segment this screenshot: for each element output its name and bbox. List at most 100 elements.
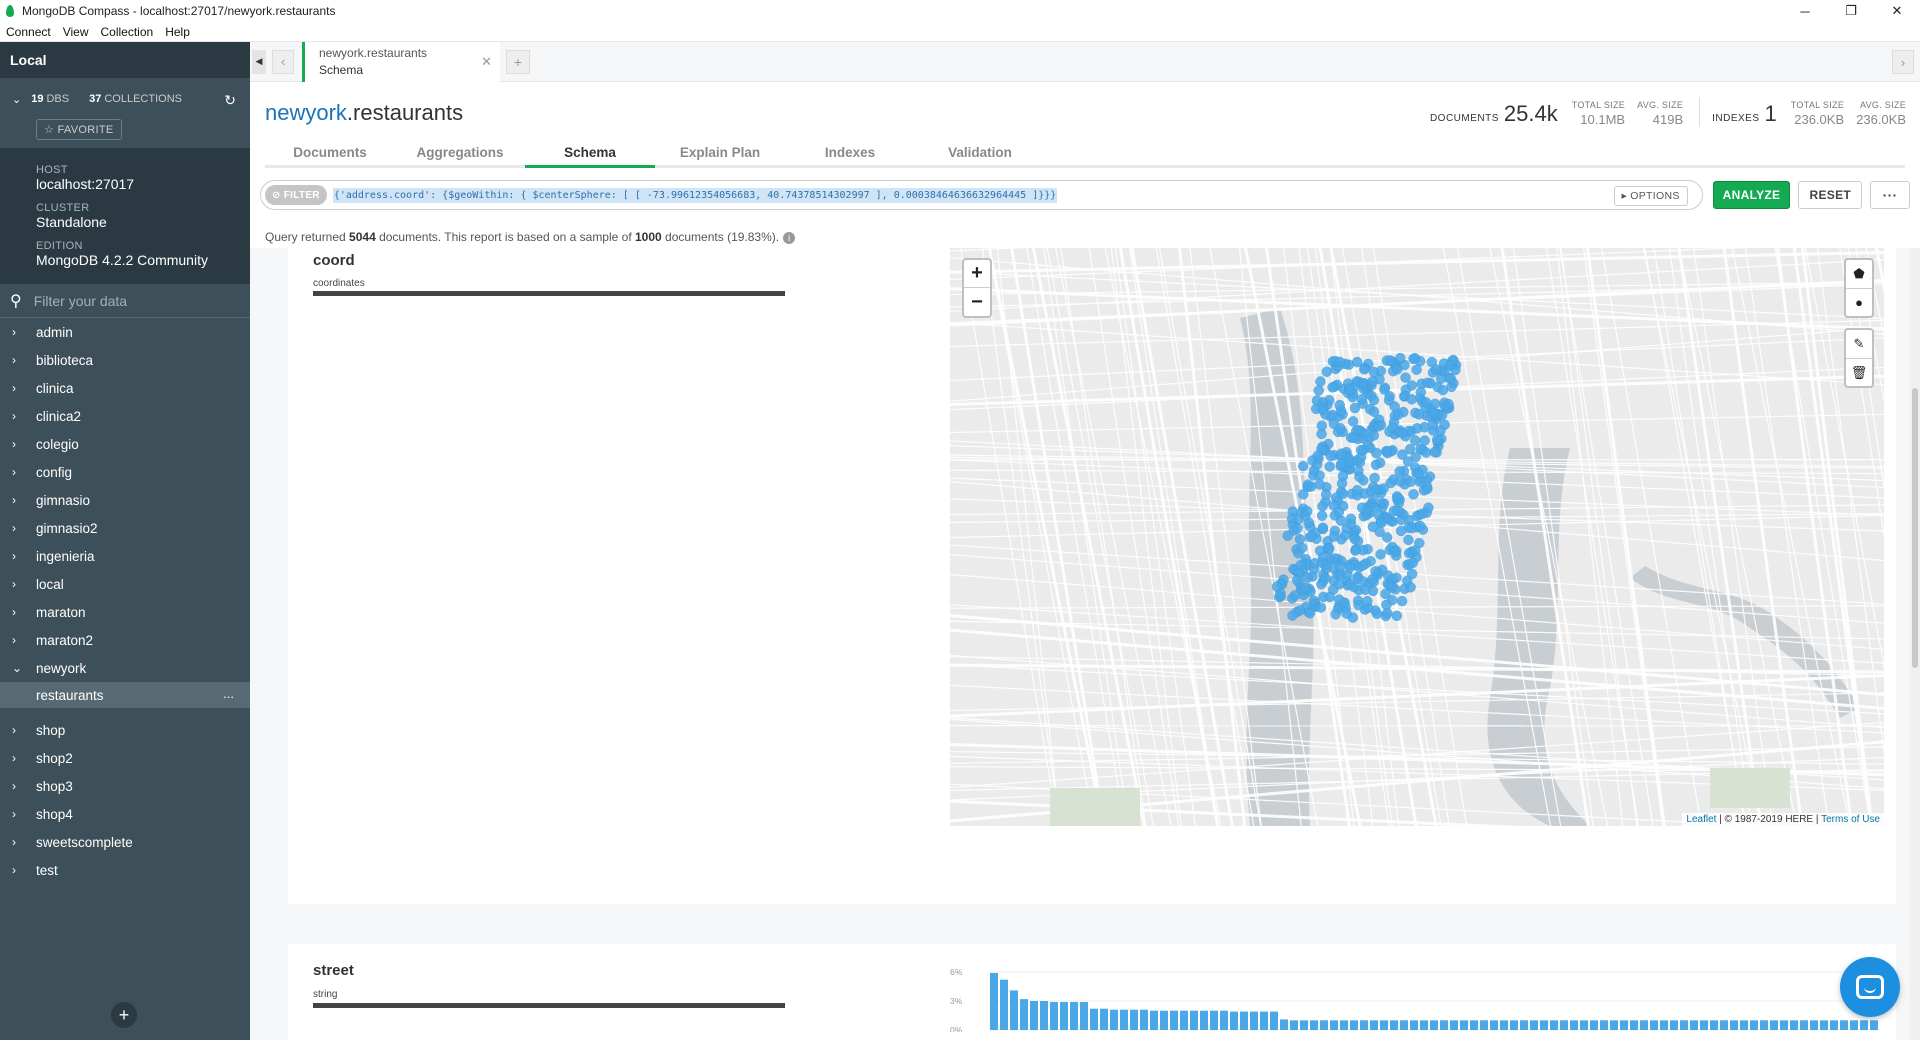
histogram-bar[interactable] [1020,999,1028,1030]
histogram-bar[interactable] [1760,1020,1768,1030]
histogram-bar[interactable] [1600,1020,1608,1030]
terms-link[interactable]: Terms of Use [1821,814,1880,825]
histogram-bar[interactable] [1480,1020,1488,1030]
minimize-button[interactable]: ─ [1782,0,1828,22]
menu-connect[interactable]: Connect [0,25,57,39]
histogram-bar[interactable] [1770,1020,1778,1030]
tab-indexes[interactable]: Indexes [785,138,915,165]
histogram-bar[interactable] [1460,1020,1468,1030]
histogram-bar[interactable] [1620,1020,1628,1030]
sidebar-item-shop3[interactable]: › shop3 [0,772,250,800]
favorite-button[interactable]: ☆ FAVORITE [36,119,122,140]
histogram-bar[interactable] [1290,1020,1298,1030]
tab-aggregations[interactable]: Aggregations [395,138,525,165]
histogram-bar[interactable] [1690,1020,1698,1030]
analyze-button[interactable]: ANALYZE [1712,181,1791,209]
histogram-bar[interactable] [1110,1009,1118,1030]
histogram-bar[interactable] [1560,1020,1568,1030]
histogram-bar[interactable] [1090,1008,1098,1030]
filter-input[interactable] [33,292,224,309]
sidebar-item-shop2[interactable]: › shop2 [0,744,250,772]
histogram-bar[interactable] [1850,1020,1858,1030]
tab-explain-plan[interactable]: Explain Plan [655,138,785,165]
connection-name[interactable]: Local [0,42,250,78]
new-tab-button[interactable]: + [506,49,530,74]
histogram-bar[interactable] [1210,1010,1218,1030]
sidebar-item-shop[interactable]: › shop [0,716,250,744]
more-options-button[interactable]: ··· [1870,181,1910,209]
sidebar-item-clinica2[interactable]: › clinica2 [0,402,250,430]
sidebar-item-local[interactable]: › local [0,570,250,598]
maximize-button[interactable]: ❐ [1828,0,1874,22]
sidebar-item-test[interactable]: › test [0,856,250,884]
histogram-bar[interactable] [1230,1011,1238,1030]
histogram-bar[interactable] [1240,1011,1248,1030]
histogram-bar[interactable] [1010,990,1018,1030]
geo-map[interactable]: + − ⬟ ● ✎ 🗑 Leaflet | © 1987-2019 HERE |… [950,248,1884,826]
options-button[interactable]: ▸ OPTIONS [1613,186,1688,206]
histogram-bar[interactable] [1680,1020,1688,1030]
histogram-bar[interactable] [1320,1020,1328,1030]
histogram-bar[interactable] [1170,1010,1178,1030]
histogram-bar[interactable] [1500,1020,1508,1030]
histogram-bar[interactable] [1260,1011,1268,1030]
histogram-bar[interactable] [1800,1020,1808,1030]
map-canvas[interactable] [950,248,1884,826]
histogram-bar[interactable] [1430,1020,1438,1030]
histogram-bar[interactable] [1870,1020,1878,1030]
menu-view[interactable]: View [57,25,95,39]
histogram-bar[interactable] [1580,1020,1588,1030]
chevron-down-icon[interactable]: ⌄ [12,93,21,106]
histogram-bar[interactable] [1730,1020,1738,1030]
histogram-bar[interactable] [1390,1020,1398,1030]
histogram-bar[interactable] [1120,1009,1128,1030]
histogram-bar[interactable] [1130,1009,1138,1030]
histogram-bar[interactable] [1470,1020,1478,1030]
sidebar-item-gimnasio2[interactable]: › gimnasio2 [0,514,250,542]
histogram-bar[interactable] [1270,1011,1278,1030]
histogram-bar[interactable] [1180,1010,1188,1030]
chevron-left-icon[interactable]: ‹ [272,49,294,74]
collapse-sidebar-icon[interactable]: ◀ [252,49,266,74]
histogram-bar[interactable] [1450,1020,1458,1030]
histogram-bar[interactable] [1700,1020,1708,1030]
add-database-button[interactable]: + [111,1002,137,1028]
sidebar-item-biblioteca[interactable]: › biblioteca [0,346,250,374]
histogram-bar[interactable] [1380,1020,1388,1030]
type-bar[interactable] [313,291,785,296]
histogram-bar[interactable] [1410,1020,1418,1030]
histogram-bar[interactable] [1740,1020,1748,1030]
histogram-bar[interactable] [1520,1020,1528,1030]
sidebar-item-config[interactable]: › config [0,458,250,486]
histogram-bar[interactable] [1360,1020,1368,1030]
histogram-bar[interactable] [1710,1020,1718,1030]
tab-schema[interactable]: Schema [525,138,655,168]
sidebar-item-shop4[interactable]: › shop4 [0,800,250,828]
histogram-bar[interactable] [1370,1020,1378,1030]
refresh-icon[interactable]: ↻ [224,92,236,109]
histogram-bar[interactable] [1100,1008,1108,1030]
sidebar-item-maraton2[interactable]: › maraton2 [0,626,250,654]
histogram-bar[interactable] [1420,1020,1428,1030]
histogram-bar[interactable] [1540,1020,1548,1030]
histogram-bar[interactable] [1050,1002,1058,1030]
histogram-bar[interactable] [1490,1020,1498,1030]
histogram-bar[interactable] [1860,1020,1868,1030]
histogram-bar[interactable] [1570,1020,1578,1030]
polygon-icon[interactable]: ⬟ [1846,260,1872,288]
edit-icon[interactable]: ✎ [1846,330,1872,358]
close-button[interactable]: ✕ [1874,0,1920,22]
sidebar-item-sweetscomplete[interactable]: › sweetscomplete [0,828,250,856]
histogram-bar[interactable] [1220,1010,1228,1030]
histogram-bar[interactable] [990,973,998,1030]
histogram-bar[interactable] [1810,1020,1818,1030]
histogram-bar[interactable] [1330,1020,1338,1030]
filter-query-text[interactable]: {'address.coord': {$geoWithin: { $center… [332,187,1058,203]
sidebar-item-gimnasio[interactable]: › gimnasio [0,486,250,514]
histogram-bar[interactable] [1550,1020,1558,1030]
histogram-bar[interactable] [1060,1002,1068,1030]
histogram-bar[interactable] [1610,1020,1618,1030]
histogram-bar[interactable] [1160,1010,1168,1030]
histogram-bar[interactable] [1590,1020,1598,1030]
histogram-bar[interactable] [1080,1002,1088,1030]
